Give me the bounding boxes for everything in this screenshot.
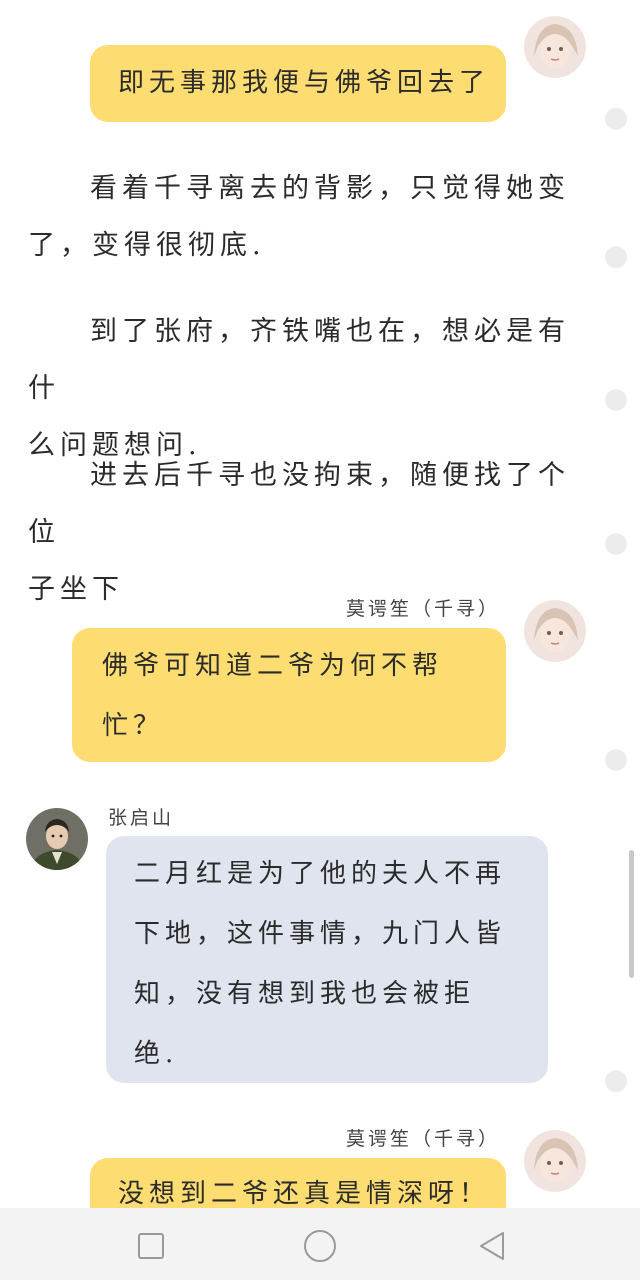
narration-paragraph-3: 进去后千寻也没拘束，随便找了个位 子坐下 xyxy=(28,447,588,618)
message-bubble-2[interactable]: 佛爷可知道二爷为何不帮 忙？ xyxy=(72,628,506,762)
narration-paragraph-1: 看着千寻离去的背影，只觉得她变 了，变得很彻底. xyxy=(28,160,588,274)
message-text-3-line-3: 知，没有想到我也会被拒 xyxy=(134,979,476,1009)
message-bubble-3[interactable]: 二月红是为了他的夫人不再 下地，这件事情，九门人皆 知，没有想到我也会被拒 绝. xyxy=(106,836,548,1083)
back-button[interactable] xyxy=(472,1226,512,1266)
scroll-dot xyxy=(605,1070,627,1092)
avatar-qianxun[interactable] xyxy=(524,16,586,78)
sender-name: 莫谔笙（千寻） xyxy=(346,1128,501,1150)
square-icon xyxy=(138,1233,164,1259)
narration-text: 进去后千寻也没拘束，随便找了个位 xyxy=(28,460,570,548)
avatar-zhang-qishan[interactable] xyxy=(26,808,88,870)
narration-text: 了，变得很彻底. xyxy=(28,230,266,261)
narration-text: 到了张府，齐铁嘴也在，想必是有什 xyxy=(28,316,570,404)
narration-text: 看着千寻离去的背影，只觉得她变 xyxy=(90,173,570,204)
message-text-4: 没想到二爷还真是情深呀！ xyxy=(118,1179,491,1209)
message-text-1: 即无事那我便与佛爷回去了 xyxy=(118,68,491,98)
home-button[interactable] xyxy=(300,1226,340,1266)
scroll-dot xyxy=(605,389,627,411)
message-text-3-line-1: 二月红是为了他的夫人不再 xyxy=(134,859,507,889)
circle-icon xyxy=(304,1230,336,1262)
message-text-2-line-2: 忙？ xyxy=(102,711,165,741)
message-text-3-line-2: 下地，这件事情，九门人皆 xyxy=(134,919,507,949)
triangle-back-icon xyxy=(480,1232,504,1260)
scroll-dot xyxy=(605,246,627,268)
narration-text: 子坐下 xyxy=(28,574,124,605)
avatar-qianxun[interactable] xyxy=(524,1130,586,1192)
navigation-bar xyxy=(0,1208,640,1280)
avatar-qianxun[interactable] xyxy=(524,600,586,662)
sender-name: 张启山 xyxy=(108,807,175,829)
sender-name: 莫谔笙（千寻） xyxy=(346,598,501,620)
message-text-2-line-1: 佛爷可知道二爷为何不帮 xyxy=(102,651,444,681)
recent-apps-button[interactable] xyxy=(131,1226,171,1266)
message-text-3-line-4: 绝. xyxy=(134,1039,179,1069)
message-bubble-1[interactable]: 即无事那我便与佛爷回去了 xyxy=(90,45,506,122)
scrollbar-thumb[interactable] xyxy=(629,850,634,978)
scroll-dot xyxy=(605,749,627,771)
scroll-dot xyxy=(605,533,627,555)
scroll-dot xyxy=(605,108,627,130)
